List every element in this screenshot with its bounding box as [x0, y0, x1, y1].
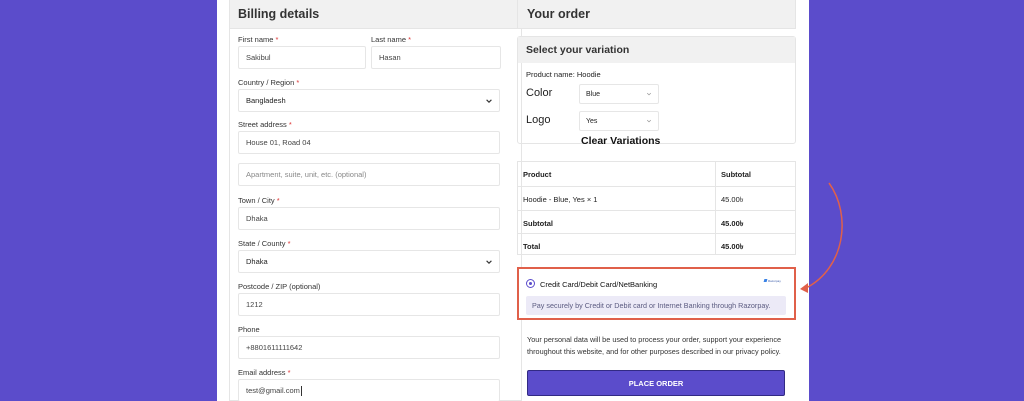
annotation-arrow: [800, 182, 843, 293]
